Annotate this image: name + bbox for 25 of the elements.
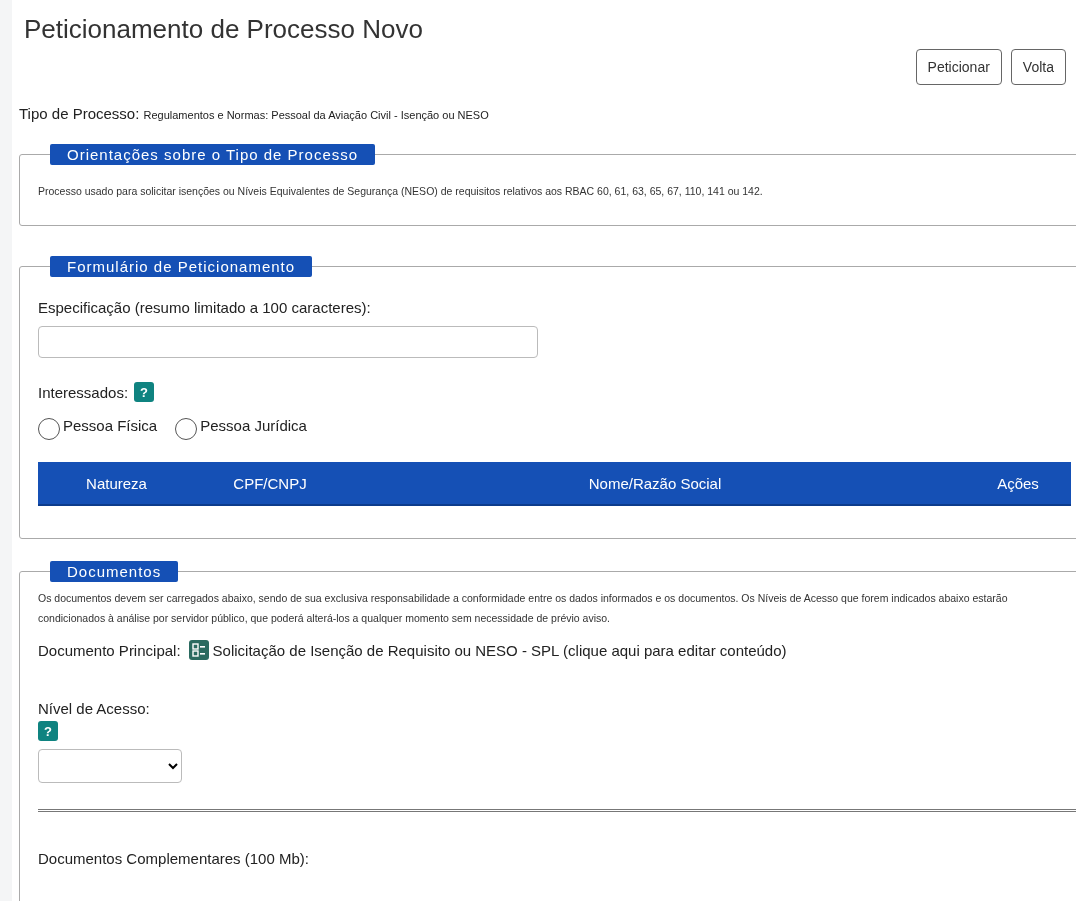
field-label: Interessados:	[38, 383, 129, 401]
page-title: Peticionamento de Processo Novo	[24, 14, 424, 45]
form-icon	[188, 640, 209, 660]
section-legend: Documentos	[50, 561, 179, 582]
radio-option[interactable]: Pessoa Jurídica	[175, 410, 307, 440]
field-label: Documento Principal:	[38, 641, 181, 659]
document-link[interactable]: Solicitação de Isenção de Requisito ou NESO - SPL (clique aqui para editar conteúdo)	[212, 641, 787, 659]
radio-option[interactable]: Pessoa Física	[38, 410, 158, 440]
column-header: Ações	[996, 474, 1040, 492]
specification-field[interactable]	[38, 326, 538, 358]
guidance-text: Processo usado para solicitar isenções ou Níveis Equivalentes de Segurança (NESO) de requisitos relativos aos RBAC 60, 61, 63, 65, 67, 110, 141 ou 142.	[38, 184, 764, 199]
documents-notice: Os documentos devem ser carregados abaixo, sendo de sua exclusiva responsabilidade a conformidade entre os dados informados e os documentos. Os Níveis de Acesso que forem indicados abaixo estarão condicionados à análise por servidor público, que poderá alterá-los a qualquer momento sem necessidade de prévio aviso.	[38, 591, 1009, 626]
process-type: Tipo de Processo: Regulamentos e Normas: Pessoal da Aviação Civil - Isenção ou NESO	[19, 105, 490, 122]
action-button[interactable]: Volta	[1010, 49, 1066, 85]
column-header: Natureza	[85, 474, 148, 492]
help-icon[interactable]: ?	[134, 382, 155, 402]
column-header: Nome/Razão Social	[587, 474, 723, 492]
field-label: Nível de Acesso:	[38, 700, 151, 717]
help-icon[interactable]: ?	[38, 721, 58, 741]
field-label: Documentos Complementares (100 Mb):	[38, 850, 310, 867]
field-label: Especificação (resumo limitado a 100 caracteres):	[38, 299, 372, 316]
section-legend: Formulário de Peticionamento	[50, 256, 313, 277]
action-button[interactable]: Peticionar	[915, 49, 1002, 85]
section-legend: Orientações sobre o Tipo de Processo	[50, 144, 376, 165]
column-header: CPF/CNPJ	[232, 474, 308, 492]
